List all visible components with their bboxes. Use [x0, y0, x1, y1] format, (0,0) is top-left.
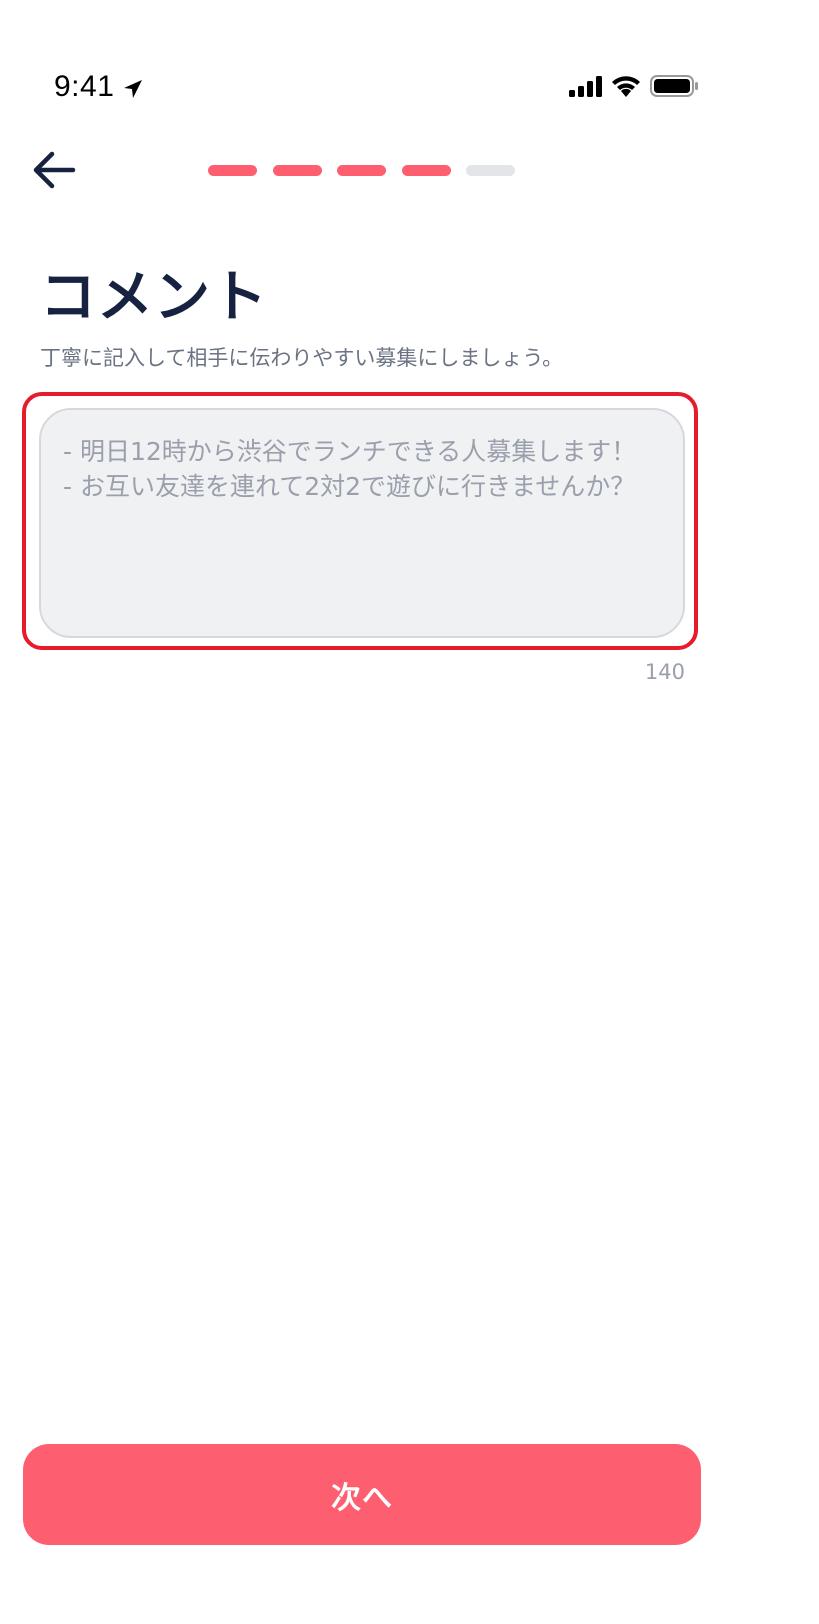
progress-step	[466, 165, 515, 176]
progress-step	[337, 165, 386, 176]
progress-step	[401, 165, 451, 176]
back-button[interactable]	[30, 146, 80, 196]
page-subtitle: 丁寧に記入して相手に伝わりやすい募集にしましょう。	[40, 346, 564, 370]
location-arrow-icon	[124, 80, 142, 98]
page-title: コメント	[40, 265, 268, 330]
next-button[interactable]: 次へ	[23, 1444, 701, 1545]
cellular-signal-icon	[569, 76, 602, 97]
char-counter: 140	[644, 660, 685, 684]
progress-step	[272, 165, 322, 176]
battery-icon	[650, 75, 698, 97]
wifi-icon	[612, 76, 640, 97]
progress-step	[208, 165, 257, 176]
arrow-left-icon	[33, 151, 76, 189]
status-bar: 9:41	[0, 0, 819, 130]
comment-textarea[interactable]	[39, 408, 685, 638]
status-time: 9:41	[54, 70, 115, 103]
